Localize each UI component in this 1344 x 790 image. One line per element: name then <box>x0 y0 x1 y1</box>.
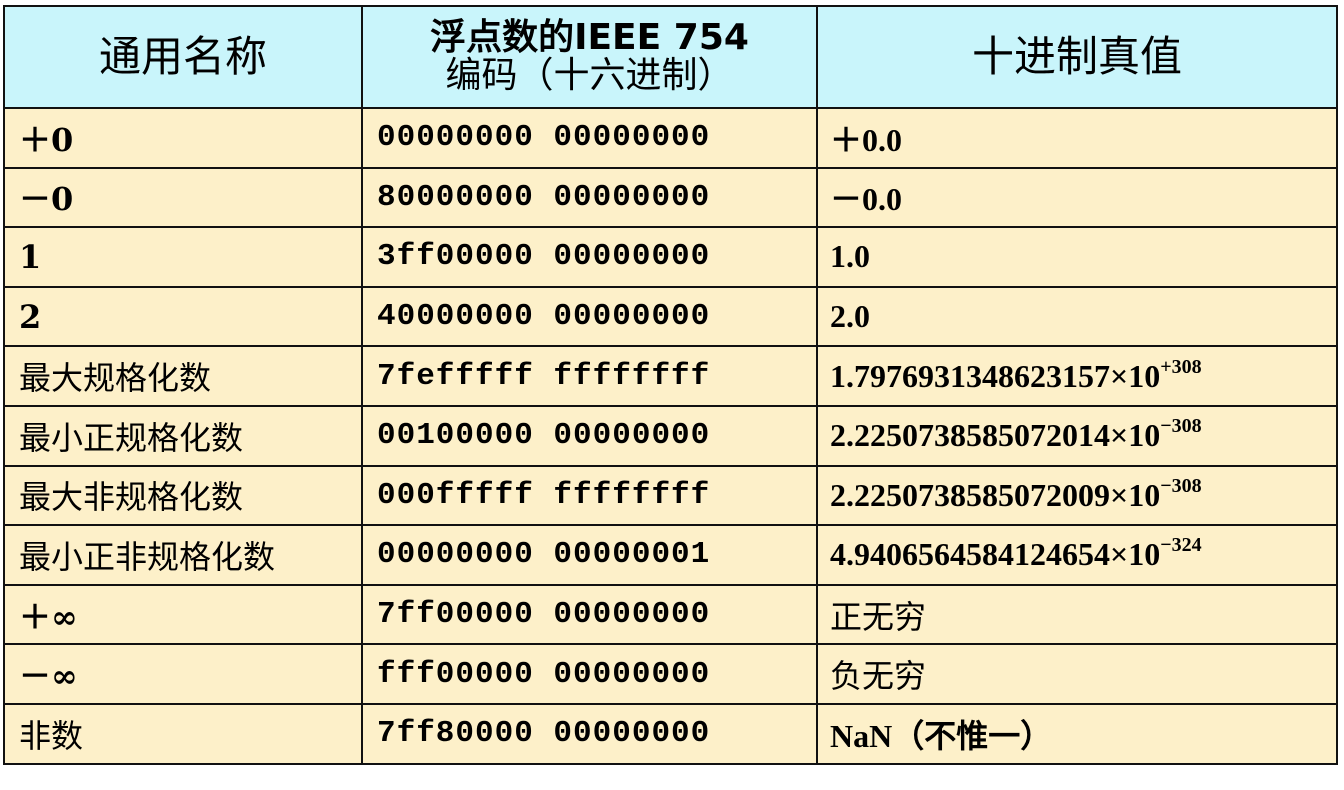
row-decimal-value-cell: 负无穷 <box>816 643 1338 705</box>
row-name-cell: ＋∞ <box>3 583 363 646</box>
row-hex-code-cell: 7ff00000 00000000 <box>361 583 818 646</box>
row-decimal-value-cell: 正无穷 <box>816 583 1338 646</box>
value-exponent: −308 <box>1160 474 1202 497</box>
value-exponent: +308 <box>1160 355 1202 378</box>
row-decimal-value-cell: 4.9406564584124654×10−324 <box>816 524 1338 586</box>
row-name-cell: 最小正规格化数 <box>3 404 363 467</box>
row-hex-code-cell: 3ff00000 00000000 <box>361 226 818 288</box>
value-mantissa: 2.0 <box>830 298 870 335</box>
row-hex-code-cell: 00000000 00000000 <box>361 107 818 169</box>
row-decimal-value-cell: －0.0 <box>816 166 1338 229</box>
row-hex-code-cell: 00000000 00000001 <box>361 524 818 586</box>
row-hex-code-cell: fff00000 00000000 <box>361 643 818 705</box>
row-name-cell: －∞ <box>3 643 363 705</box>
row-name-cell: ＋0 <box>3 107 363 169</box>
row-hex-code-cell: 7ff80000 00000000 <box>361 702 818 765</box>
value-exponent: −324 <box>1160 534 1202 557</box>
row-name-cell: 非数 <box>3 702 363 765</box>
row-name-cell: 2 <box>3 285 363 348</box>
value-exponent: −308 <box>1160 415 1202 438</box>
table-row: ＋∞ 7ff00000 00000000 正无穷 <box>3 583 1338 646</box>
table-row: 最大非规格化数 000fffff ffffffff 2.225073858507… <box>3 464 1338 527</box>
row-decimal-value-cell: 1.7976931348623157×10+308 <box>816 345 1338 407</box>
row-decimal-value-cell: 2.2250738585072009×10−308 <box>816 464 1338 527</box>
row-decimal-value-cell: NaN（不惟一） <box>816 702 1338 765</box>
value-mantissa: 2.2250738585072009×10 <box>830 476 1161 513</box>
header-decimal-value: 十进制真值 <box>816 5 1338 109</box>
value-mantissa: 4.9406564584124654×10 <box>830 536 1161 573</box>
value-mantissa: 2.2250738585072014×10 <box>830 417 1161 454</box>
header-ieee754-encoding: 浮点数的IEEE 754 编码（十六进制） <box>361 5 818 109</box>
table-row: 2 40000000 00000000 2.0 <box>3 285 1338 348</box>
header-encoding-line2: 编码（十六进制） <box>445 55 734 96</box>
table-row: ＋0 00000000 00000000 ＋0.0 <box>3 107 1338 169</box>
table-row: 1 3ff00000 00000000 1.0 <box>3 226 1338 288</box>
table-row: 最小正非规格化数 00000000 00000001 4.94065645841… <box>3 524 1338 586</box>
table-row: －0 80000000 00000000 －0.0 <box>3 166 1338 229</box>
ieee754-special-values-table: 通用名称 浮点数的IEEE 754 编码（十六进制） 十进制真值 ＋0 0000… <box>3 5 1338 765</box>
row-name-cell: 最大非规格化数 <box>3 464 363 527</box>
header-common-name: 通用名称 <box>3 5 363 109</box>
row-decimal-value-cell: 1.0 <box>816 226 1338 288</box>
value-mantissa: 负无穷 <box>830 657 927 696</box>
row-decimal-value-cell: ＋0.0 <box>816 107 1338 169</box>
row-hex-code-cell: 40000000 00000000 <box>361 285 818 348</box>
table-row: －∞ fff00000 00000000 负无穷 <box>3 643 1338 705</box>
header-row: 通用名称 浮点数的IEEE 754 编码（十六进制） 十进制真值 <box>3 5 1338 109</box>
table-row: 最小正规格化数 00100000 00000000 2.225073858507… <box>3 404 1338 467</box>
value-mantissa: 1.0 <box>830 238 870 275</box>
value-mantissa: 1.7976931348623157×10 <box>830 357 1161 394</box>
value-mantissa: NaN（不惟一） <box>830 717 1053 754</box>
value-mantissa: 正无穷 <box>830 597 927 636</box>
row-name-cell: －0 <box>3 166 363 229</box>
row-hex-code-cell: 00100000 00000000 <box>361 404 818 467</box>
row-hex-code-cell: 7fefffff ffffffff <box>361 345 818 407</box>
table-row: 最大规格化数 7fefffff ffffffff 1.7976931348623… <box>3 345 1338 407</box>
value-mantissa: －0.0 <box>830 181 903 218</box>
table-row: 非数 7ff80000 00000000 NaN（不惟一） <box>3 702 1338 765</box>
row-hex-code-cell: 80000000 00000000 <box>361 166 818 229</box>
row-decimal-value-cell: 2.0 <box>816 285 1338 348</box>
row-name-cell: 最大规格化数 <box>3 345 363 407</box>
header-encoding-line1: 浮点数的IEEE 754 <box>430 17 749 59</box>
row-hex-code-cell: 000fffff ffffffff <box>361 464 818 527</box>
row-decimal-value-cell: 2.2250738585072014×10−308 <box>816 404 1338 467</box>
table-header: 通用名称 浮点数的IEEE 754 编码（十六进制） 十进制真值 <box>3 5 1338 109</box>
table-body: ＋0 00000000 00000000 ＋0.0 －0 80000000 00… <box>3 107 1338 765</box>
row-name-cell: 最小正非规格化数 <box>3 524 363 586</box>
value-mantissa: ＋0.0 <box>830 121 903 158</box>
row-name-cell: 1 <box>3 226 363 288</box>
